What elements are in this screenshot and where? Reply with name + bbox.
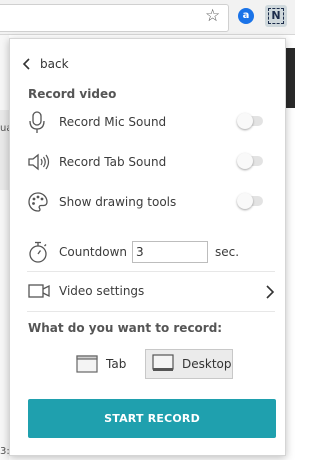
record-target-title: What do you want to record:	[28, 321, 223, 335]
record-video-title: Record video	[28, 87, 117, 101]
desktop-icon	[152, 354, 174, 371]
video-settings-label: Video settings	[59, 284, 145, 298]
record-desktop-option[interactable]: Desktop	[145, 349, 233, 379]
divider	[27, 271, 275, 272]
mic-sound-label: Record Mic Sound	[59, 115, 167, 129]
drawing-tools-toggle[interactable]	[237, 193, 263, 209]
back-button[interactable]: back	[22, 54, 69, 74]
toggle-knob	[237, 113, 253, 129]
desktop-option-label: Desktop	[182, 357, 232, 371]
page-right-block	[286, 48, 295, 108]
toggle-knob	[237, 193, 253, 209]
drawing-tools-label: Show drawing tools	[59, 195, 177, 209]
extension-n-label: N	[268, 8, 284, 24]
toggle-knob	[237, 153, 253, 169]
chevron-right-icon	[266, 285, 275, 299]
bookmark-star-icon[interactable]: ☆	[205, 6, 220, 26]
tab-sound-toggle[interactable]	[237, 153, 263, 169]
countdown-row: Countdown sec.	[27, 237, 275, 267]
browser-tab-icon	[76, 355, 98, 373]
option-drawing-tools: Show drawing tools	[27, 187, 275, 217]
microphone-icon	[27, 110, 53, 134]
record-tab-option[interactable]: Tab	[76, 349, 132, 379]
address-bar[interactable]	[0, 4, 229, 32]
page-left-block	[0, 110, 9, 190]
video-settings-link[interactable]: Video settings	[27, 276, 275, 306]
stopwatch-icon	[27, 240, 53, 264]
back-label: back	[40, 57, 69, 71]
extension-a-icon[interactable]: a	[238, 8, 254, 24]
browser-toolbar: ☆ a N	[0, 0, 295, 35]
countdown-unit: sec.	[215, 245, 240, 259]
option-tab-sound: Record Tab Sound	[27, 147, 275, 177]
mic-sound-toggle[interactable]	[237, 113, 263, 129]
divider	[27, 311, 275, 312]
recorder-popup: back Record video Record Mic Sound Recor…	[9, 38, 286, 456]
page-left-edge	[0, 35, 9, 460]
option-mic-sound: Record Mic Sound	[27, 107, 275, 137]
tab-option-label: Tab	[106, 357, 127, 371]
tab-sound-label: Record Tab Sound	[59, 155, 167, 169]
speaker-icon	[27, 150, 53, 174]
countdown-input[interactable]	[132, 241, 209, 263]
chevron-left-icon	[22, 58, 30, 70]
palette-icon	[27, 190, 53, 214]
screen-recorder-extension-icon[interactable]: N	[265, 5, 287, 27]
countdown-label: Countdown	[59, 245, 128, 259]
video-camera-icon	[27, 279, 53, 303]
start-record-button[interactable]: START RECORD	[28, 399, 276, 438]
